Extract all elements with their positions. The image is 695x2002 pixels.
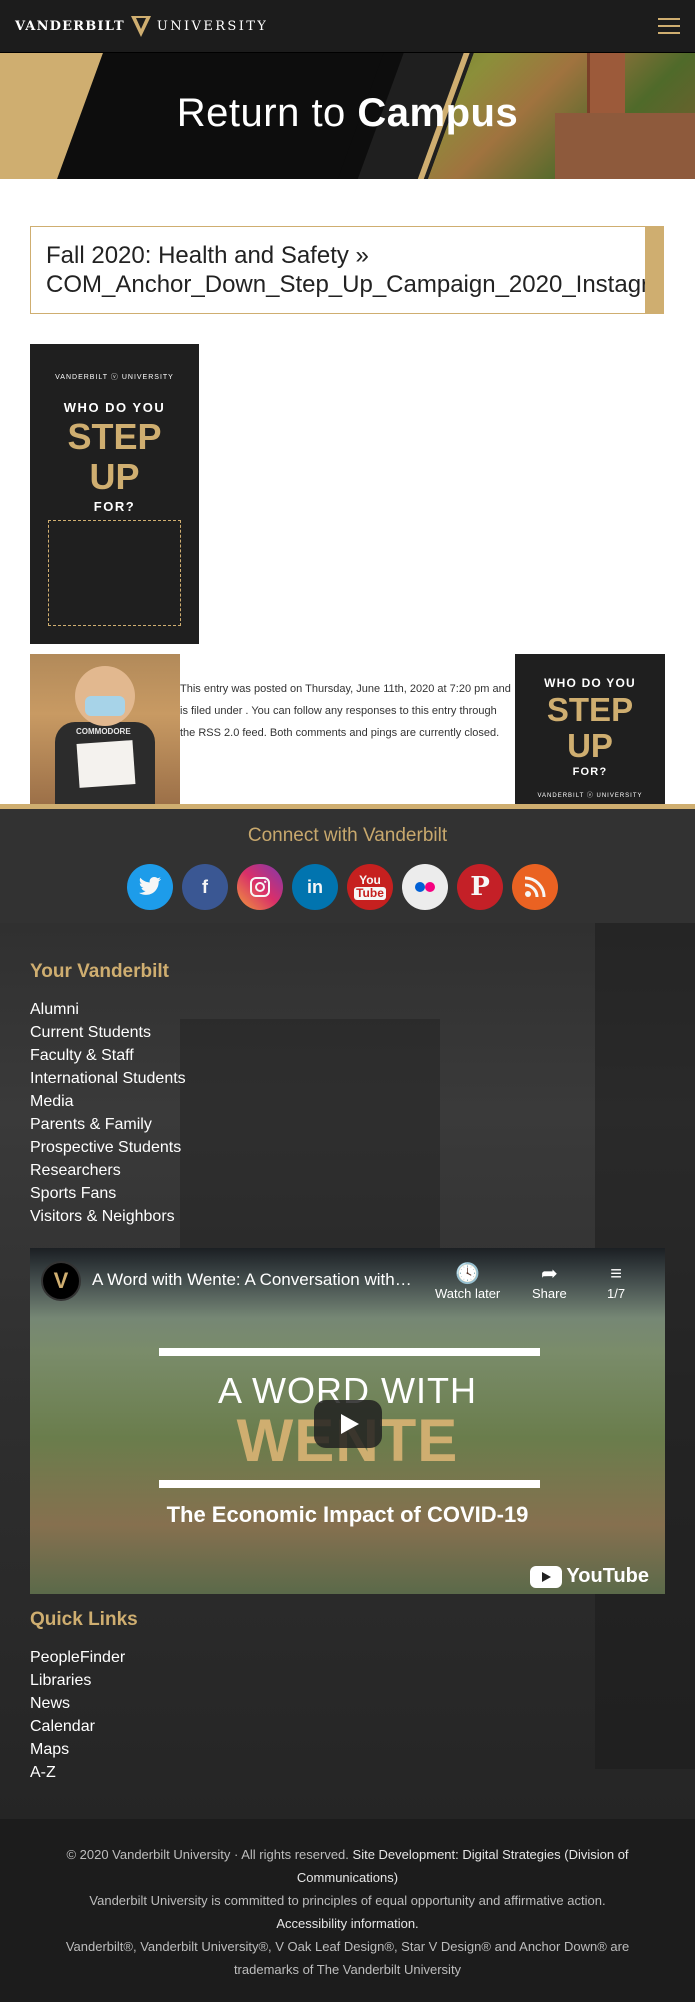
trademark-notice: Vanderbilt®, Vanderbilt University®, V O… — [65, 1939, 630, 1977]
top-navbar: VANDERBILT UNIVERSITY — [0, 0, 695, 53]
thumb-text-for: FOR? — [572, 766, 608, 778]
eeo-statement: Vanderbilt University is committed to pr… — [89, 1893, 606, 1908]
share-button[interactable]: ➦ Share — [532, 1262, 567, 1301]
overlay-rule-top — [159, 1348, 540, 1356]
quick-links: PeopleFinder Libraries News Calendar Map… — [30, 1646, 125, 1784]
playlist-button[interactable]: ≡ 1/7 — [607, 1262, 625, 1301]
link-parents-family[interactable]: Parents & Family — [30, 1113, 186, 1136]
thumb-text-who-do-you: WHO DO YOU — [544, 676, 636, 690]
watch-later-button[interactable]: 🕓 Watch later — [435, 1262, 500, 1301]
thumb-university-mark: VANDERBILT ⓥ UNIVERSITY — [537, 793, 643, 799]
link-peoplefinder[interactable]: PeopleFinder — [30, 1646, 125, 1669]
photo-placeholder-frame — [48, 520, 181, 626]
copyright-text: © 2020 Vanderbilt University · All right… — [66, 1847, 349, 1862]
social-icons: f in You Tube P — [127, 864, 567, 910]
linkedin-icon[interactable]: in — [292, 864, 338, 910]
face-mask — [85, 696, 125, 716]
accessibility-link[interactable]: Accessibility information. — [40, 1912, 655, 1935]
link-news[interactable]: News — [30, 1692, 125, 1715]
youtube-logo[interactable]: YouTube — [530, 1565, 649, 1588]
youtube-play-icon — [530, 1565, 563, 1588]
link-alumni[interactable]: Alumni — [30, 998, 186, 1021]
pinterest-icon[interactable]: P — [457, 864, 503, 910]
handwritten-sign — [76, 740, 136, 788]
image-text-step: STEP — [67, 416, 162, 457]
breadcrumb: Fall 2020: Health and Safety » COM_Ancho… — [30, 226, 664, 314]
page-title: Return to Campus — [176, 91, 519, 135]
facebook-icon[interactable]: f — [182, 864, 228, 910]
link-libraries[interactable]: Libraries — [30, 1669, 125, 1692]
logo-word-university: UNIVERSITY — [156, 18, 269, 34]
share-arrow-icon: ➦ — [540, 1263, 558, 1285]
rss-icon[interactable] — [512, 864, 558, 910]
breadcrumb-parent-link[interactable]: Fall 2020: Health and Safety » — [46, 241, 663, 270]
link-maps[interactable]: Maps — [30, 1738, 125, 1761]
your-vanderbilt-title: Your Vanderbilt — [30, 961, 170, 982]
image-text-who-do-you: WHO DO YOU — [63, 400, 166, 415]
youtube-icon[interactable]: You Tube — [347, 864, 393, 910]
connect-title: Connect with Vanderbilt — [247, 825, 448, 846]
link-researchers[interactable]: Researchers — [30, 1159, 186, 1182]
twitter-icon[interactable] — [127, 864, 173, 910]
youtube-video-embed[interactable]: V A Word with Wente: A Conversation with… — [30, 1248, 665, 1594]
prev-attachment-thumbnail[interactable]: COMMODORE — [30, 654, 180, 804]
playlist-icon: ≡ — [610, 1263, 622, 1285]
shirt-text: COMMODORE — [76, 727, 131, 736]
quick-links-title: Quick Links — [30, 1609, 138, 1630]
your-vanderbilt-links: Alumni Current Students Faculty & Staff … — [30, 998, 186, 1228]
link-a-z[interactable]: A-Z — [30, 1761, 125, 1784]
play-button[interactable] — [314, 1400, 382, 1448]
vanderbilt-logo[interactable]: VANDERBILT UNIVERSITY — [15, 14, 268, 38]
link-sports-fans[interactable]: Sports Fans — [30, 1182, 186, 1205]
flickr-icon[interactable] — [402, 864, 448, 910]
overlay-subtitle: The Economic Impact of COVID-19 — [166, 1502, 529, 1527]
clock-icon: 🕓 — [455, 1263, 481, 1285]
image-text-for: FOR? — [93, 499, 136, 514]
next-attachment-thumbnail[interactable]: WHO DO YOU STEP UP FOR? VANDERBILT ⓥ UNI… — [515, 654, 665, 804]
thumb-text-step: STEP — [546, 691, 634, 728]
step-up-campaign-image: VANDERBILT ⓥ UNIVERSITY WHO DO YOU STEP … — [30, 344, 199, 644]
link-faculty-staff[interactable]: Faculty & Staff — [30, 1044, 186, 1067]
hamburger-icon[interactable] — [658, 18, 680, 34]
overlay-rule-bottom — [159, 1480, 540, 1488]
link-visitors-neighbors[interactable]: Visitors & Neighbors — [30, 1205, 186, 1228]
link-prospective-students[interactable]: Prospective Students — [30, 1136, 186, 1159]
link-calendar[interactable]: Calendar — [30, 1715, 125, 1738]
star-v-icon — [130, 16, 151, 37]
breadcrumb-current: COM_Anchor_Down_Step_Up_Campaign_2020_In… — [46, 271, 664, 298]
image-text-up: UP — [89, 456, 140, 497]
image-university-mark: VANDERBILT ⓥ UNIVERSITY — [55, 374, 174, 381]
instagram-icon[interactable] — [237, 864, 283, 910]
logo-word-vanderbilt: VANDERBILT — [15, 18, 125, 34]
hero-banner: Return to Campus — [0, 53, 695, 179]
video-title[interactable]: A Word with Wente: A Conversation with… — [92, 1270, 442, 1290]
link-international-students[interactable]: International Students — [30, 1067, 186, 1090]
connect-section: Connect with Vanderbilt f in You Tube P — [0, 809, 695, 923]
channel-logo-icon[interactable]: V — [41, 1261, 81, 1301]
legal-footer: © 2020 Vanderbilt University · All right… — [0, 1819, 695, 2002]
link-current-students[interactable]: Current Students — [30, 1021, 186, 1044]
entry-meta-text: This entry was posted on Thursday, June … — [180, 683, 511, 739]
link-media[interactable]: Media — [30, 1090, 186, 1113]
thumb-text-up: UP — [567, 727, 613, 764]
